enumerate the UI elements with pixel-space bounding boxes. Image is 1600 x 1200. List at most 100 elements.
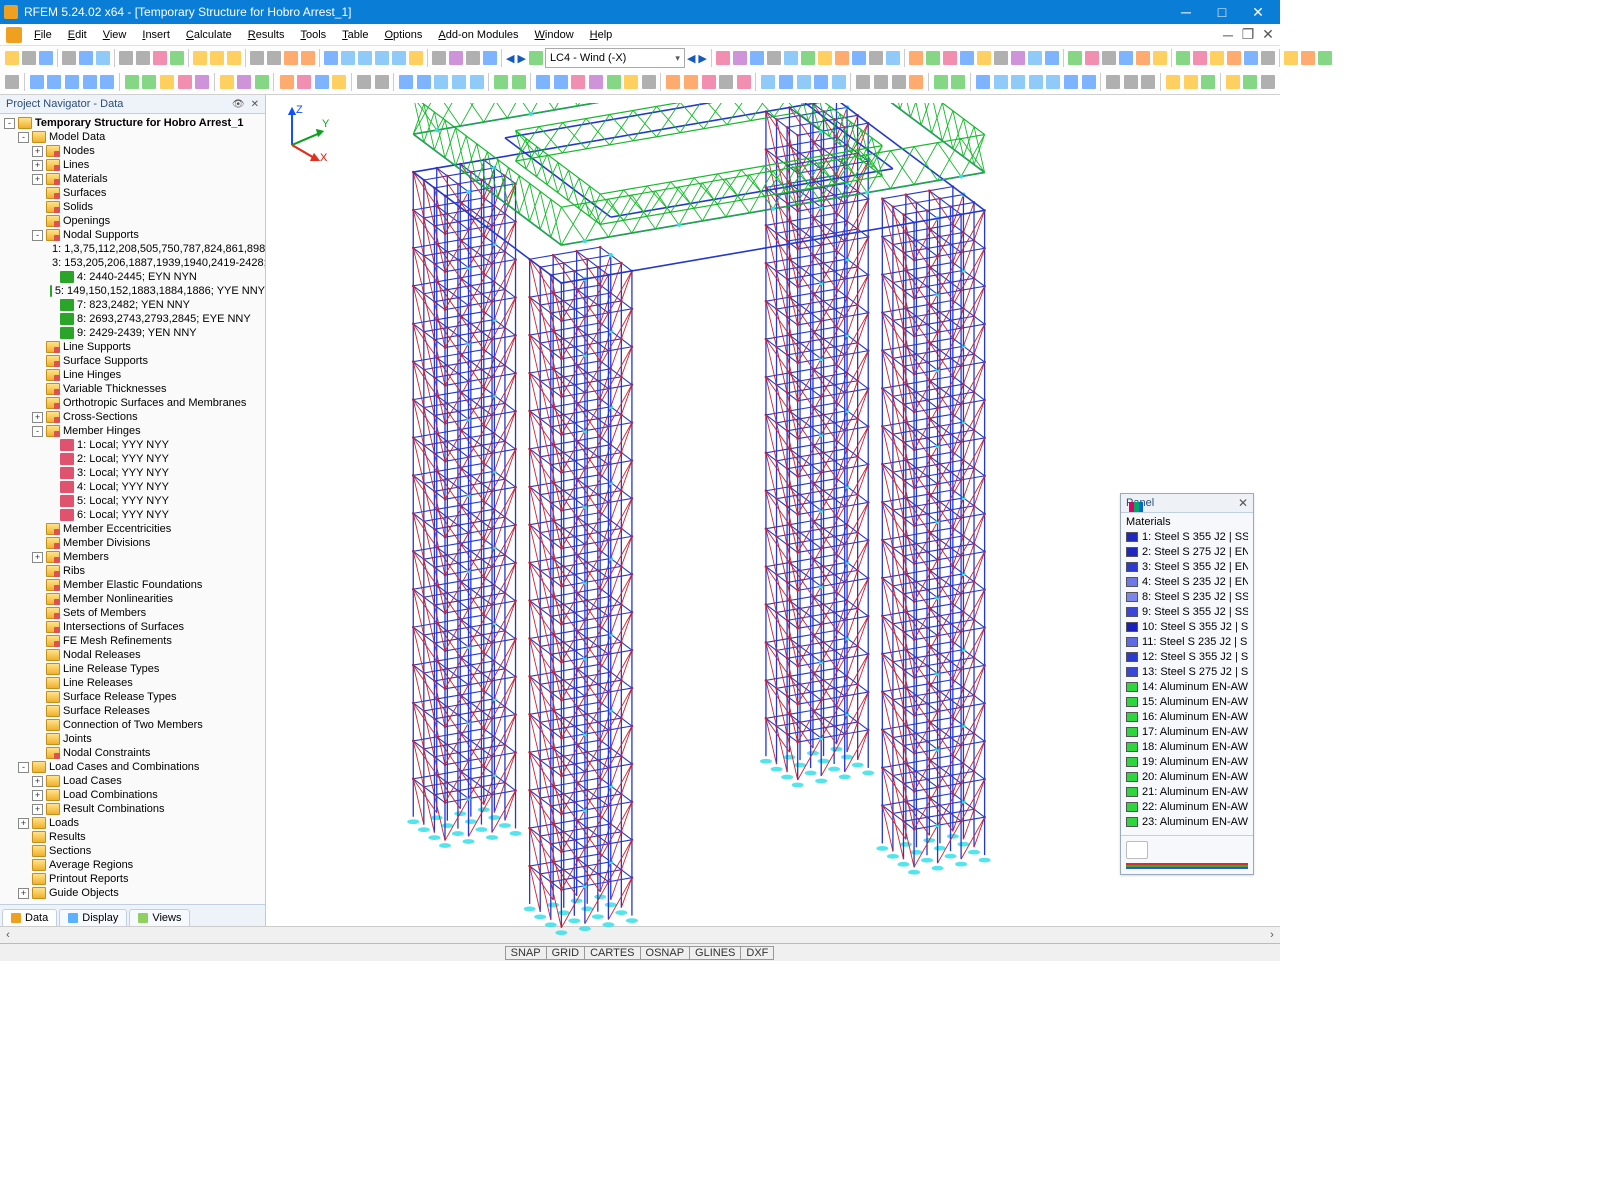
toolbar-button[interactable] (482, 48, 498, 68)
toolbar-button[interactable] (813, 72, 830, 92)
tree-member-hinge[interactable]: 5: Local; YYY NYY (2, 494, 265, 508)
tree-item[interactable]: +Members (2, 550, 265, 564)
toolbar-button[interactable] (314, 72, 331, 92)
material-item[interactable]: 15: Aluminum EN-AW 60 (1126, 694, 1248, 709)
toolbar-button[interactable] (236, 72, 253, 92)
toolbar-button[interactable] (1044, 48, 1060, 68)
toolbar-button[interactable] (1118, 48, 1134, 68)
toolbar-button[interactable] (192, 48, 208, 68)
toolbar-button[interactable] (1200, 72, 1217, 92)
toolbar-button[interactable] (925, 48, 941, 68)
toolbar-button[interactable] (942, 48, 958, 68)
toolbar-button[interactable] (300, 48, 316, 68)
toolbar-button[interactable] (266, 48, 282, 68)
model-viewport[interactable]: Z Y X X Panel ✕ Materials 1: Steel S 355… (266, 95, 1280, 926)
toolbar-button[interactable] (976, 48, 992, 68)
tree-item[interactable]: Openings (2, 214, 265, 228)
toolbar-button[interactable] (908, 72, 925, 92)
toolbar-button[interactable] (254, 72, 271, 92)
tree-item[interactable]: Sections (2, 844, 265, 858)
toolbar-button[interactable] (588, 72, 605, 92)
material-item[interactable]: 10: Steel S 355 J2 | SS-E (1126, 619, 1248, 634)
menu-edit[interactable]: Edit (60, 27, 95, 43)
toolbar-button[interactable] (373, 72, 390, 92)
tree-item[interactable]: Member Divisions (2, 536, 265, 550)
tree-item[interactable]: +Guide Objects (2, 886, 265, 900)
menu-results[interactable]: Results (240, 27, 293, 43)
toolbar-button[interactable] (736, 72, 753, 92)
toolbar-button[interactable] (749, 48, 765, 68)
tree-member-hinge[interactable]: 3: Local; YYY NYY (2, 466, 265, 480)
tree-nodal-support[interactable]: 7: 823,2482; YEN NNY (2, 298, 265, 312)
tree-item[interactable]: +Materials (2, 172, 265, 186)
toolbar-button[interactable] (169, 48, 185, 68)
toolbar-button[interactable] (885, 48, 901, 68)
material-item[interactable]: 12: Steel S 355 J2 | SS-E (1126, 649, 1248, 664)
tree-model-data[interactable]: -Model Data (2, 130, 265, 144)
close-button[interactable]: ✕ (1240, 0, 1276, 24)
toolbar-button[interactable] (465, 48, 481, 68)
toolbar-button[interactable] (528, 48, 544, 68)
toolbar-button[interactable] (448, 48, 464, 68)
menu-insert[interactable]: Insert (134, 27, 178, 43)
toolbar-button[interactable] (950, 72, 967, 92)
toolbar-button[interactable] (357, 48, 373, 68)
material-item[interactable]: 11: Steel S 235 J2 | SS-E (1126, 634, 1248, 649)
toolbar-button[interactable] (468, 72, 485, 92)
tree-item[interactable]: +Result Combinations (2, 802, 265, 816)
navigator-tree[interactable]: -Temporary Structure for Hobro Arrest_1-… (0, 114, 265, 904)
nav-arrow-button[interactable]: ◀ (505, 48, 515, 68)
menu-calculate[interactable]: Calculate (178, 27, 240, 43)
toolbar-button[interactable] (1260, 48, 1276, 68)
toolbar-button[interactable] (1067, 48, 1083, 68)
tree-nodal-support[interactable]: 5: 149,150,152,1883,1884,1886; YYE NNY (2, 284, 265, 298)
tree-nodal-support[interactable]: 9: 2429-2439; YEN NNY (2, 326, 265, 340)
tree-item[interactable]: +Nodes (2, 144, 265, 158)
tree-item[interactable]: -Member Hinges (2, 424, 265, 438)
tree-item[interactable]: Line Releases (2, 676, 265, 690)
tree-item[interactable]: Connection of Two Members (2, 718, 265, 732)
toolbar-button[interactable] (1226, 48, 1242, 68)
toolbar-button[interactable] (391, 48, 407, 68)
material-item[interactable]: 14: Aluminum EN-AW 60 (1126, 679, 1248, 694)
navigator-close-icon[interactable]: ✕ (251, 99, 259, 110)
toolbar-button[interactable] (1010, 72, 1027, 92)
toolbar-button[interactable] (1027, 48, 1043, 68)
tree-item[interactable]: Ribs (2, 564, 265, 578)
tree-item[interactable]: Solids (2, 200, 265, 214)
toolbar-button[interactable] (570, 72, 587, 92)
toolbar-button[interactable] (817, 48, 833, 68)
tree-item[interactable]: Nodal Releases (2, 648, 265, 662)
tree-item[interactable]: Sets of Members (2, 606, 265, 620)
toolbar-button[interactable] (1063, 72, 1080, 92)
toolbar-button[interactable] (451, 72, 468, 92)
material-item[interactable]: 13: Steel S 275 J2 | SS-E (1126, 664, 1248, 679)
tree-item[interactable]: Line Release Types (2, 662, 265, 676)
tree-item[interactable]: FE Mesh Refinements (2, 634, 265, 648)
toolbar-button[interactable] (1243, 48, 1259, 68)
toolbar-button[interactable] (493, 72, 510, 92)
toolbar-button[interactable] (323, 48, 339, 68)
tree-root[interactable]: -Temporary Structure for Hobro Arrest_1 (2, 116, 265, 130)
toolbar-button[interactable] (38, 48, 54, 68)
tree-item[interactable]: -Nodal Supports (2, 228, 265, 242)
toolbar-button[interactable] (623, 72, 640, 92)
toolbar-button[interactable] (1182, 72, 1199, 92)
tree-item[interactable]: Surfaces (2, 186, 265, 200)
toolbar-button[interactable] (95, 48, 111, 68)
tree-member-hinge[interactable]: 4: Local; YYY NYY (2, 480, 265, 494)
tree-item[interactable]: Surface Release Types (2, 690, 265, 704)
toolbar-button[interactable] (715, 48, 731, 68)
toolbar-button[interactable] (433, 72, 450, 92)
toolbar-button[interactable] (278, 72, 295, 92)
minimize-button[interactable]: ─ (1168, 0, 1204, 24)
toolbar-button[interactable] (99, 72, 116, 92)
toolbar-button[interactable] (855, 72, 872, 92)
toolbar-button[interactable] (1123, 72, 1140, 92)
toolbar-button[interactable] (340, 48, 356, 68)
material-item[interactable]: 8: Steel S 235 J2 | SS-EN (1126, 589, 1248, 604)
tree-item[interactable]: Member Elastic Foundations (2, 578, 265, 592)
material-item[interactable]: 22: Aluminum EN-AW 60 (1126, 799, 1248, 814)
toolbar-button[interactable] (890, 72, 907, 92)
toolbar-button[interactable] (398, 72, 415, 92)
